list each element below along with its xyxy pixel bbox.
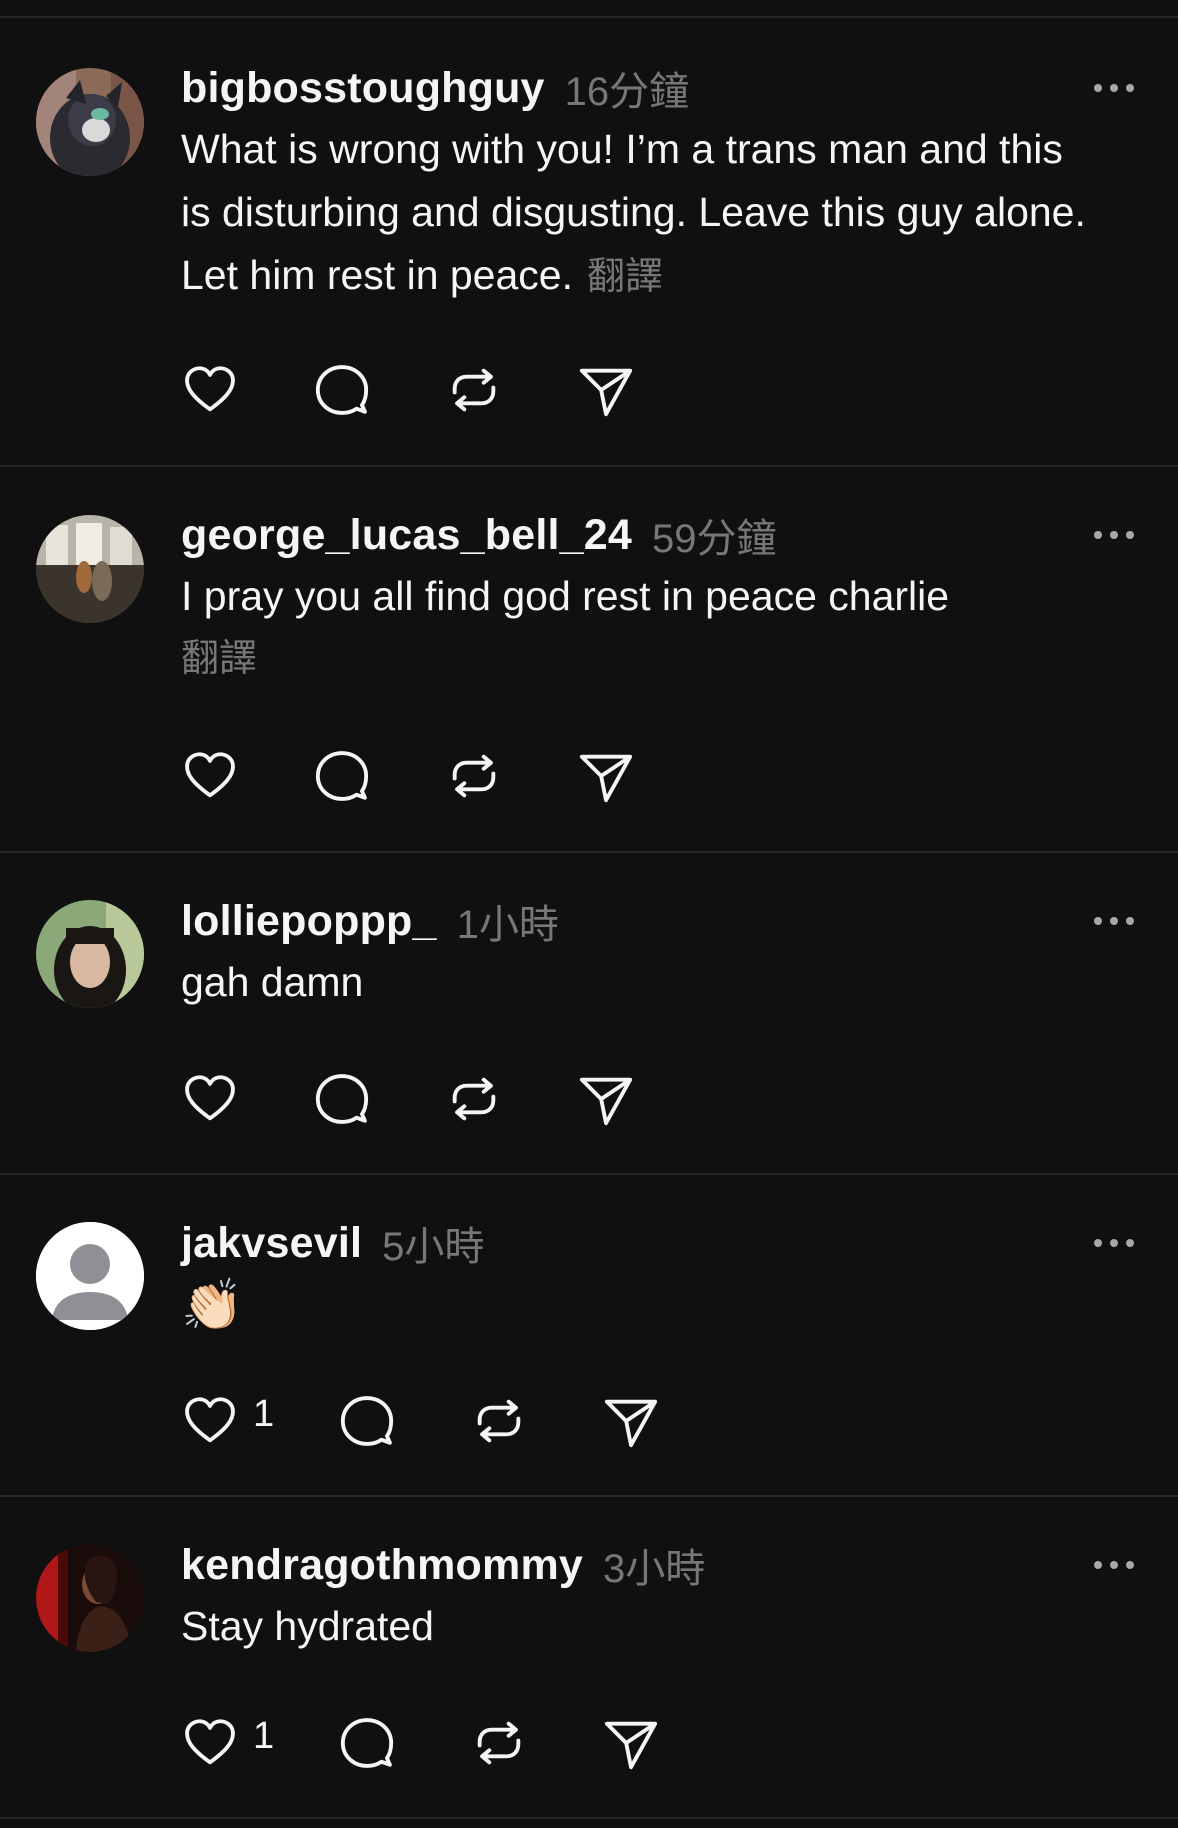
timestamp: 16分鐘	[564, 70, 690, 114]
comment-icon	[315, 365, 369, 415]
comment-item: bigbosstoughguy 16分鐘 What is wrong with …	[0, 18, 1178, 467]
comment-text-block: gah damn	[181, 951, 1101, 1014]
translate-link[interactable]: 翻譯	[587, 256, 663, 298]
avatar[interactable]	[36, 1222, 144, 1330]
comment-text: I pray you all find god rest in peace ch…	[181, 573, 950, 619]
repost-icon	[452, 368, 496, 412]
share-icon	[579, 754, 633, 803]
action-bar	[181, 746, 635, 806]
heart-icon	[185, 1397, 235, 1443]
timestamp: 59分鐘	[651, 517, 777, 561]
avatar[interactable]	[36, 515, 144, 623]
share-icon	[579, 368, 633, 417]
username[interactable]: jakvsevil	[181, 1219, 362, 1268]
like-button[interactable]	[181, 1069, 239, 1129]
action-bar: 1	[181, 1713, 660, 1773]
reply-button[interactable]	[313, 746, 371, 806]
more-icon[interactable]	[1094, 915, 1134, 927]
comment-text-block: I pray you all find god rest in peace ch…	[181, 565, 1101, 691]
heart-icon	[185, 1075, 235, 1121]
comment-icon	[341, 1396, 394, 1446]
like-button[interactable]: 1	[181, 1391, 274, 1451]
comment-header: kendragothmommy 3小時	[181, 1535, 705, 1595]
share-button[interactable]	[577, 360, 635, 420]
comment-header: george_lucas_bell_24 59分鐘	[181, 505, 776, 565]
repost-button[interactable]	[445, 746, 503, 806]
share-button[interactable]	[602, 1713, 660, 1773]
like-button[interactable]	[181, 360, 239, 420]
action-bar	[181, 1069, 635, 1129]
like-button[interactable]: 1	[181, 1713, 274, 1773]
avatar[interactable]	[36, 1544, 144, 1652]
like-button[interactable]	[181, 746, 239, 806]
reply-button[interactable]	[338, 1713, 396, 1773]
heart-icon	[185, 752, 235, 798]
repost-icon	[477, 1721, 521, 1765]
share-button[interactable]	[577, 1069, 635, 1129]
heart-icon	[185, 1719, 235, 1765]
share-button[interactable]	[577, 746, 635, 806]
username[interactable]: lolliepoppp_	[181, 897, 437, 946]
repost-icon	[477, 1399, 521, 1443]
share-icon	[605, 1399, 658, 1448]
timestamp: 3小時	[603, 1547, 706, 1591]
comment-text: 👏🏻	[181, 1277, 244, 1333]
comment-header: bigbosstoughguy 16分鐘	[181, 58, 689, 118]
more-icon[interactable]	[1094, 1237, 1134, 1249]
repost-button[interactable]	[445, 360, 503, 420]
comment-item: lolliepoppp_ 1小時 gah damn	[0, 853, 1178, 1175]
avatar[interactable]	[36, 68, 144, 176]
username[interactable]: kendragothmommy	[181, 1541, 583, 1590]
repost-button[interactable]	[445, 1069, 503, 1129]
reply-button[interactable]	[338, 1391, 396, 1451]
more-icon[interactable]	[1094, 82, 1134, 94]
comment-icon	[315, 1074, 369, 1124]
heart-icon	[185, 366, 235, 412]
reply-button[interactable]	[313, 1069, 371, 1129]
more-icon[interactable]	[1094, 529, 1134, 541]
comment-icon	[315, 751, 369, 801]
username[interactable]: bigbosstoughguy	[181, 64, 545, 113]
action-bar: 1	[181, 1391, 660, 1451]
translate-link[interactable]: 翻譯	[181, 628, 1101, 691]
share-icon	[605, 1721, 658, 1770]
comment-text: Stay hydrated	[181, 1603, 434, 1649]
repost-button[interactable]	[470, 1713, 528, 1773]
repost-icon	[452, 754, 496, 798]
reply-button[interactable]	[313, 360, 371, 420]
comment-item: jakvsevil 5小時 👏🏻 1	[0, 1175, 1178, 1497]
comment-text: gah damn	[181, 959, 364, 1005]
avatar[interactable]	[36, 900, 144, 1008]
comment-item: george_lucas_bell_24 59分鐘 I pray you all…	[0, 467, 1178, 853]
comment-text-block: Stay hydrated	[181, 1595, 1101, 1658]
timestamp: 1小時	[456, 903, 559, 947]
more-icon[interactable]	[1094, 1559, 1134, 1571]
comment-icon	[341, 1718, 394, 1768]
like-count: 1	[253, 1714, 275, 1757]
comment-text-block: What is wrong with you! I’m a trans man …	[181, 118, 1101, 309]
username[interactable]: george_lucas_bell_24	[181, 511, 632, 560]
like-count: 1	[253, 1392, 275, 1435]
share-button[interactable]	[602, 1391, 660, 1451]
comment-header: jakvsevil 5小時	[181, 1213, 484, 1273]
action-bar	[181, 360, 635, 420]
comment-item: kendragothmommy 3小時 Stay hydrated 1	[0, 1497, 1178, 1819]
repost-icon	[452, 1077, 496, 1121]
comment-header: lolliepoppp_ 1小時	[181, 891, 559, 951]
share-icon	[579, 1077, 633, 1126]
repost-button[interactable]	[470, 1391, 528, 1451]
timestamp: 5小時	[382, 1225, 485, 1269]
